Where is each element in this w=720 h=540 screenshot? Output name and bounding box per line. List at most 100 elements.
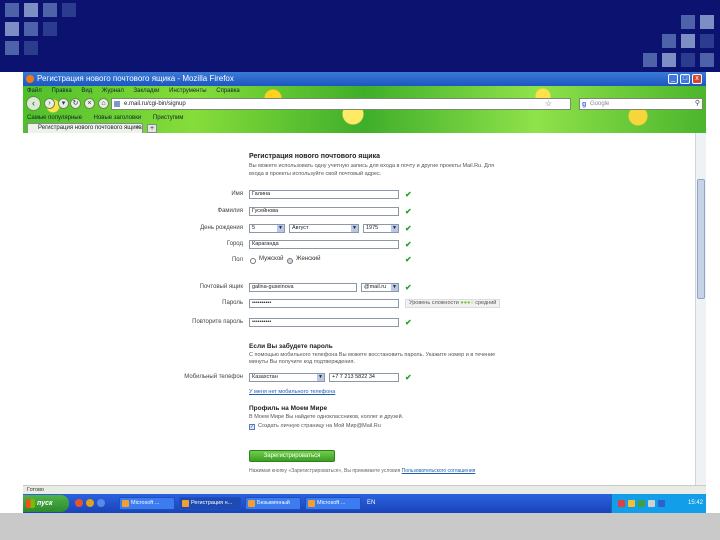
chevron-down-icon: ▼ bbox=[317, 374, 324, 381]
year-value: 1975 bbox=[366, 225, 379, 231]
password-field[interactable]: •••••••••• bbox=[249, 299, 399, 308]
terms-link[interactable]: Пользовательского соглашения bbox=[402, 468, 476, 474]
bookmark-item[interactable]: Самые популярные bbox=[27, 115, 82, 121]
menu-tools[interactable]: Инструменты bbox=[169, 88, 206, 94]
quicklaunch-icon[interactable] bbox=[97, 499, 105, 507]
terms-prefix: Нажимая кнопку «Зарегистрироваться», Вы … bbox=[249, 468, 402, 474]
taskbar-item-label: Безымянный bbox=[257, 500, 290, 506]
forgot-password-note: С помощью мобильного телефона Вы можете … bbox=[249, 352, 496, 365]
profile-checkbox[interactable]: ✓ bbox=[249, 424, 255, 430]
scrollbar-thumb[interactable] bbox=[697, 179, 705, 299]
reload-button[interactable]: ↻ bbox=[70, 98, 81, 109]
month-select[interactable]: Август ▼ bbox=[289, 224, 359, 233]
slide-square bbox=[5, 41, 19, 55]
password-repeat-field[interactable]: •••••••••• bbox=[249, 318, 399, 327]
slide-footer-band bbox=[0, 513, 720, 540]
firefox-icon bbox=[26, 75, 34, 83]
maximize-button[interactable]: □ bbox=[680, 74, 690, 84]
slide-square bbox=[43, 3, 57, 17]
back-button[interactable]: ‹ bbox=[26, 96, 41, 111]
stop-button[interactable]: × bbox=[84, 98, 95, 109]
mailbox-field[interactable]: galina-guseinova bbox=[249, 283, 357, 292]
bookmark-item[interactable]: Новые заголовки bbox=[94, 115, 142, 121]
menu-edit[interactable]: Правка bbox=[51, 88, 71, 94]
last-name-field[interactable]: Гусейнова bbox=[249, 207, 399, 216]
birthdate-ok-icon: ✔ bbox=[405, 224, 412, 233]
menu-help[interactable]: Справка bbox=[216, 88, 240, 94]
close-button[interactable]: x bbox=[692, 74, 702, 84]
forward-button[interactable]: › bbox=[44, 98, 55, 109]
menu-view[interactable]: Вид bbox=[81, 88, 92, 94]
start-button[interactable]: пуск bbox=[23, 495, 69, 512]
gender-male-radio[interactable] bbox=[250, 258, 256, 264]
bookmark-star-icon[interactable]: ☆ bbox=[545, 99, 552, 109]
tab-close-icon[interactable]: × bbox=[136, 124, 140, 133]
home-button[interactable]: ⌂ bbox=[98, 98, 109, 109]
menu-bar: Файл Правка Вид Журнал Закладки Инструме… bbox=[23, 86, 248, 96]
first-name-field[interactable]: Галина bbox=[249, 190, 399, 199]
clock: 15:42 bbox=[687, 500, 703, 506]
password-repeat-label: Повторите пароль bbox=[192, 319, 243, 325]
google-icon: g bbox=[582, 101, 587, 108]
password-strength: Уровень сложности ●●●○ средний bbox=[405, 299, 501, 308]
vertical-scrollbar[interactable] bbox=[695, 133, 706, 485]
taskbar-item-label: Регистрация н... bbox=[191, 500, 233, 506]
profile-title: Профиль на Моем Мире bbox=[249, 405, 328, 412]
last-name-label: Фамилия bbox=[217, 208, 243, 214]
phone-ok-icon: ✔ bbox=[405, 373, 412, 382]
day-select[interactable]: 5 ▼ bbox=[249, 224, 285, 233]
tray-icon[interactable] bbox=[638, 500, 645, 507]
search-icon[interactable]: ⚲ bbox=[695, 99, 700, 109]
city-label: Город bbox=[226, 241, 243, 247]
system-tray: 15:42 bbox=[611, 494, 706, 513]
quicklaunch-icon[interactable] bbox=[86, 499, 94, 507]
menu-file[interactable]: Файл bbox=[27, 88, 42, 94]
profile-checkbox-label: Создать личную страницу на Мой Мир@Mail.… bbox=[258, 423, 381, 429]
month-value: Август bbox=[292, 225, 309, 231]
menu-history[interactable]: Журнал bbox=[102, 88, 124, 94]
tray-icon[interactable] bbox=[618, 500, 625, 507]
gender-male-label: Мужской bbox=[259, 256, 284, 262]
year-select[interactable]: 1975 ▼ bbox=[363, 224, 399, 233]
new-tab-button[interactable]: + bbox=[147, 124, 157, 133]
address-text: e.mail.ru/cgi-bin/signup bbox=[124, 101, 186, 107]
tray-icon[interactable] bbox=[658, 500, 665, 507]
no-phone-link[interactable]: У меня нет мобильного телефона bbox=[249, 389, 335, 395]
country-value: Казахстан bbox=[252, 374, 278, 380]
phone-field[interactable]: +7 7 213 5822 34 bbox=[329, 373, 399, 382]
password-repeat-ok-icon: ✔ bbox=[405, 318, 412, 327]
chevron-down-icon: ▼ bbox=[391, 284, 398, 291]
slide-square bbox=[43, 22, 57, 36]
bookmark-item[interactable]: Приступим bbox=[153, 115, 184, 121]
slide-square bbox=[681, 34, 695, 48]
slide-square bbox=[681, 53, 695, 67]
language-indicator[interactable]: EN bbox=[367, 494, 375, 513]
search-input[interactable]: g Google ⚲ bbox=[579, 98, 703, 110]
quicklaunch-icon[interactable] bbox=[75, 499, 83, 507]
gender-ok-icon: ✔ bbox=[405, 255, 412, 264]
tray-icon[interactable] bbox=[628, 500, 635, 507]
register-button[interactable]: Зарегистрироваться bbox=[249, 450, 335, 462]
city-field[interactable]: Караганда bbox=[249, 240, 399, 249]
gender-female-radio[interactable] bbox=[287, 258, 293, 264]
taskbar-item[interactable]: Регистрация н... bbox=[179, 497, 241, 510]
tab-registration[interactable]: Регистрация нового почтового ящика × bbox=[27, 123, 143, 133]
slide-square bbox=[700, 53, 714, 67]
minimize-button[interactable]: _ bbox=[668, 74, 678, 84]
strength-label: Уровень сложности bbox=[409, 300, 459, 306]
address-bar[interactable]: e.mail.ru/cgi-bin/signup ☆ bbox=[111, 98, 571, 110]
dropdown-history-icon[interactable]: ▾ bbox=[58, 98, 69, 109]
first-name-ok-icon: ✔ bbox=[405, 190, 412, 199]
taskbar-item[interactable]: Microsoft ... bbox=[305, 497, 361, 510]
taskbar-item[interactable]: Microsoft ... bbox=[119, 497, 175, 510]
strength-level: средний bbox=[475, 300, 497, 306]
domain-value: @mail.ru bbox=[364, 284, 387, 290]
menu-bookmarks[interactable]: Закладки bbox=[134, 88, 160, 94]
status-text: Готово bbox=[27, 487, 44, 493]
taskbar-item[interactable]: Безымянный bbox=[245, 497, 301, 510]
domain-select[interactable]: @mail.ru ▼ bbox=[361, 283, 399, 292]
city-ok-icon: ✔ bbox=[405, 240, 412, 249]
tray-icon[interactable] bbox=[648, 500, 655, 507]
country-select[interactable]: Казахстан ▼ bbox=[249, 373, 325, 382]
slide-square bbox=[24, 41, 38, 55]
